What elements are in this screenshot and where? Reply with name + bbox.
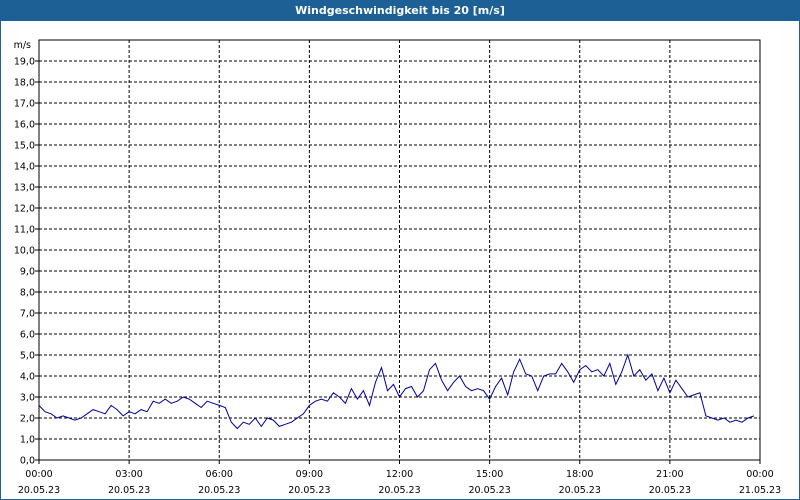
y-tick-label: 16,0 xyxy=(14,120,35,131)
x-tick-time-label: 15:00 xyxy=(476,469,503,480)
x-tick-time-label: 00:00 xyxy=(746,469,773,480)
x-tick-time-label: 12:00 xyxy=(386,469,413,480)
x-tick-date-label: 20.05.23 xyxy=(108,485,150,496)
y-tick-label: 10,0 xyxy=(14,246,35,257)
x-tick-time-label: 03:00 xyxy=(115,469,142,480)
y-tick-label: 4,0 xyxy=(20,372,35,383)
x-axis: 00:00 20.05.23 03:00 20.05.23 06:00 20.05.23 0… xyxy=(18,460,781,496)
y-tick-label: 2,0 xyxy=(20,414,35,425)
y-tick-label: 17,0 xyxy=(14,99,35,110)
y-tick-label: 9,0 xyxy=(20,267,35,278)
wind-speed-chart: m/s 0,0 1,0 2,0 3,0 4,0 5,0 6,0 7,0 8,0 9,0 10,0 11… xyxy=(14,39,781,496)
x-tick-date-label: 20.05.23 xyxy=(198,485,240,496)
x-tick-date-label: 21.05.23 xyxy=(739,485,781,496)
y-tick-label: 15,0 xyxy=(14,141,35,152)
y-tick-label: 7,0 xyxy=(20,309,35,320)
x-tick-date-label: 20.05.23 xyxy=(559,485,601,496)
y-tick-label: 0,0 xyxy=(20,456,35,467)
x-tick-date-label: 20.05.23 xyxy=(288,485,330,496)
y-tick-label: 3,0 xyxy=(20,393,35,404)
x-tick-time-label: 00:00 xyxy=(25,469,52,480)
y-tick-label: 1,0 xyxy=(20,435,35,446)
y-tick-label: 14,0 xyxy=(14,162,35,173)
x-tick-time-label: 06:00 xyxy=(206,469,233,480)
y-axis: 0,0 1,0 2,0 3,0 4,0 5,0 6,0 7,0 8,0 9,0 10,0 11,0 12… xyxy=(14,57,39,467)
x-tick-time-label: 21:00 xyxy=(656,469,683,480)
y-tick-label: 6,0 xyxy=(20,330,35,341)
x-tick-time-label: 09:00 xyxy=(296,469,323,480)
y-tick-label: 5,0 xyxy=(20,351,35,362)
y-tick-label: 18,0 xyxy=(14,78,35,89)
y-tick-label: 13,0 xyxy=(14,183,35,194)
x-tick-date-label: 20.05.23 xyxy=(468,485,510,496)
x-tick-date-label: 20.05.23 xyxy=(18,485,60,496)
x-tick-time-label: 18:00 xyxy=(566,469,593,480)
y-tick-label: 19,0 xyxy=(14,57,35,68)
x-tick-date-label: 20.05.23 xyxy=(378,485,420,496)
y-axis-unit-label: m/s xyxy=(14,40,31,51)
y-tick-label: 11,0 xyxy=(14,225,35,236)
y-tick-label: 12,0 xyxy=(14,204,35,215)
x-tick-date-label: 20.05.23 xyxy=(649,485,691,496)
y-tick-label: 8,0 xyxy=(20,288,35,299)
